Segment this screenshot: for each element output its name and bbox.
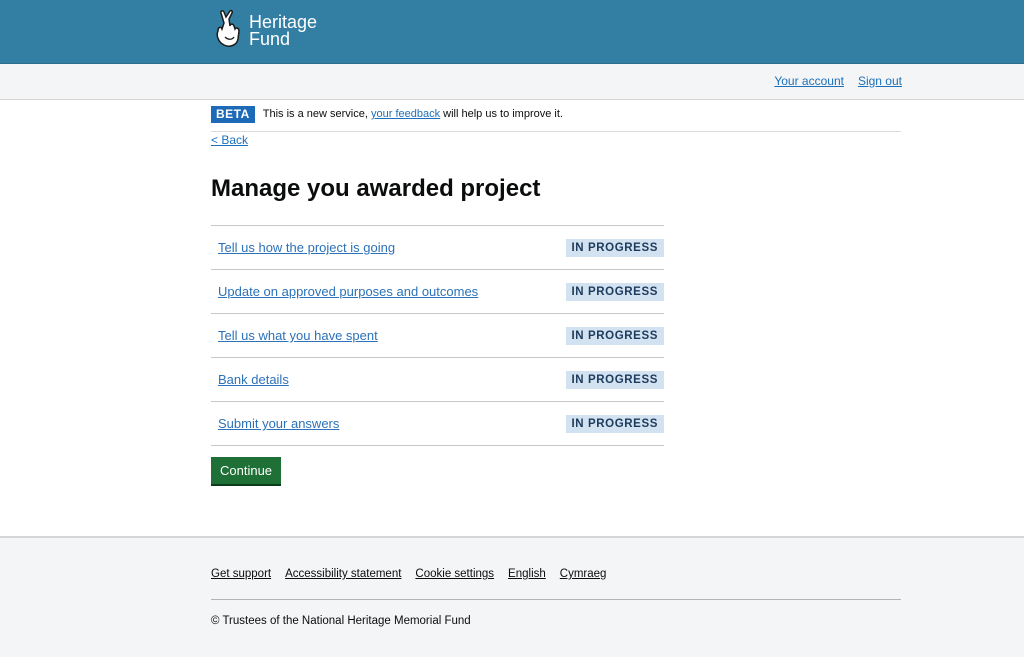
- footer-link-english[interactable]: English: [508, 568, 546, 580]
- account-nav: Your account Sign out: [0, 64, 1024, 100]
- beta-tag: BETA: [211, 106, 255, 123]
- status-badge: IN PROGRESS: [565, 282, 664, 301]
- copyright-text: © Trustees of the National Heritage Memo…: [211, 615, 471, 627]
- sign-out-link[interactable]: Sign out: [858, 74, 902, 88]
- logo-line-2: Fund: [249, 29, 291, 49]
- crossed-fingers-icon: [216, 9, 240, 47]
- status-badge: IN PROGRESS: [565, 326, 664, 345]
- task-link[interactable]: Tell us how the project is going: [218, 240, 395, 255]
- status-badge: IN PROGRESS: [565, 414, 664, 433]
- task-row: Bank details IN PROGRESS: [211, 358, 664, 402]
- feedback-link[interactable]: your feedback: [371, 108, 440, 120]
- footer-link-cymraeg[interactable]: Cymraeg: [560, 568, 607, 580]
- beta-text-after: will help us to improve it.: [440, 108, 563, 120]
- footer-links: Get support Accessibility statement Cook…: [211, 568, 606, 580]
- task-row: Update on approved purposes and outcomes…: [211, 270, 664, 314]
- your-account-link[interactable]: Your account: [774, 74, 844, 88]
- site-header: Heritage Fund: [0, 0, 1024, 64]
- beta-banner: BETA This is a new service, your feedbac…: [211, 106, 901, 132]
- task-row: Submit your answers IN PROGRESS: [211, 402, 664, 446]
- footer-divider: [211, 599, 901, 600]
- footer-link-get-support[interactable]: Get support: [211, 568, 271, 580]
- footer-link-accessibility[interactable]: Accessibility statement: [285, 568, 401, 580]
- page-title: Manage you awarded project: [211, 175, 541, 202]
- heritage-fund-logo[interactable]: Heritage Fund: [210, 9, 317, 51]
- task-row: Tell us what you have spent IN PROGRESS: [211, 314, 664, 358]
- status-badge: IN PROGRESS: [565, 238, 664, 257]
- beta-text: This is a new service, your feedback wil…: [263, 106, 563, 123]
- task-link[interactable]: Submit your answers: [218, 416, 339, 431]
- back-link[interactable]: < Back: [211, 133, 248, 147]
- continue-button[interactable]: Continue: [211, 457, 282, 484]
- task-row: Tell us how the project is going IN PROG…: [211, 226, 664, 270]
- beta-text-before: This is a new service,: [262, 108, 371, 120]
- task-list: Tell us how the project is going IN PROG…: [211, 225, 664, 446]
- footer-link-cookie-settings[interactable]: Cookie settings: [415, 568, 494, 580]
- status-badge: IN PROGRESS: [565, 370, 664, 389]
- task-link[interactable]: Tell us what you have spent: [218, 328, 378, 343]
- task-link[interactable]: Update on approved purposes and outcomes: [218, 284, 478, 299]
- site-footer: Get support Accessibility statement Cook…: [0, 536, 1024, 657]
- task-link[interactable]: Bank details: [218, 372, 289, 387]
